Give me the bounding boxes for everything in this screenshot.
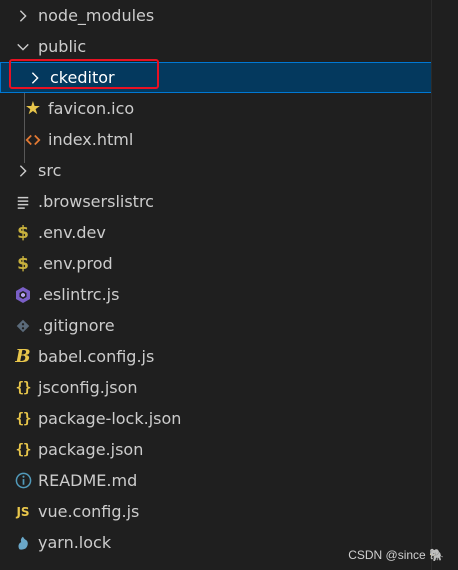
tree-item-label: src <box>38 160 62 180</box>
tree-item-label: .env.dev <box>38 222 106 242</box>
tree-item-label: yarn.lock <box>38 532 112 552</box>
tree-item-label: node_modules <box>38 5 155 25</box>
chevron-right-icon <box>14 7 32 25</box>
tree-item-label: ckeditor <box>50 67 115 87</box>
vertical-scrollbar[interactable] <box>431 0 458 570</box>
star-icon: ★ <box>24 98 42 119</box>
dollar-icon: $ <box>17 222 29 243</box>
tree-item-node-modules[interactable]: node_modules <box>0 0 432 31</box>
tree-item-package-json[interactable]: {} package.json <box>0 434 432 465</box>
watermark: CSDN @since 🐘 <box>348 548 444 562</box>
tree-item-package-lock[interactable]: {} package-lock.json <box>0 403 432 434</box>
tree-item-src[interactable]: src <box>0 155 432 186</box>
git-icon <box>14 317 32 335</box>
tree-item-babel-config[interactable]: B babel.config.js <box>0 341 432 372</box>
tree-item-env-prod[interactable]: $ .env.prod <box>0 248 432 279</box>
tree-item-browserslistrc[interactable]: .browserslistrc <box>0 186 432 217</box>
tree-item-readme[interactable]: README.md <box>0 465 432 496</box>
tree-item-ckeditor[interactable]: ckeditor <box>0 59 432 93</box>
tree-item-vue-config[interactable]: JS vue.config.js <box>0 496 432 527</box>
tree-item-label: .gitignore <box>38 315 115 335</box>
tree-item-label: babel.config.js <box>38 346 155 366</box>
json-braces-icon: {} <box>15 441 32 458</box>
dollar-icon: $ <box>17 253 29 274</box>
file-explorer-tree: node_modules public ckeditor ★ favicon.i… <box>0 0 432 558</box>
yarn-icon <box>14 534 32 552</box>
lines-icon <box>14 193 32 211</box>
tree-item-public[interactable]: public <box>0 31 432 62</box>
tree-item-label: package.json <box>38 439 144 459</box>
tree-item-label: package-lock.json <box>38 408 182 428</box>
tree-item-label: vue.config.js <box>38 501 140 521</box>
js-icon: JS <box>16 504 30 519</box>
code-brackets-icon <box>24 131 42 149</box>
tree-item-jsconfig[interactable]: {} jsconfig.json <box>0 372 432 403</box>
tree-item-label: .browserslistrc <box>38 191 154 211</box>
tree-item-label: favicon.ico <box>48 98 135 118</box>
json-braces-icon: {} <box>15 410 32 427</box>
tree-item-label: index.html <box>48 129 134 149</box>
tree-item-favicon[interactable]: ★ favicon.ico <box>0 93 432 124</box>
chevron-right-icon <box>26 69 44 87</box>
tree-item-label: jsconfig.json <box>38 377 138 397</box>
json-braces-icon: {} <box>15 379 32 396</box>
tree-item-label: .eslintrc.js <box>38 284 120 304</box>
eslint-icon <box>14 286 32 304</box>
babel-icon: B <box>15 346 31 367</box>
tree-item-gitignore[interactable]: .gitignore <box>0 310 432 341</box>
tree-item-env-dev[interactable]: $ .env.dev <box>0 217 432 248</box>
info-icon <box>14 472 32 490</box>
tree-item-index-html[interactable]: index.html <box>0 124 432 155</box>
tree-item-label: .env.prod <box>38 253 113 273</box>
chevron-right-icon <box>14 162 32 180</box>
tree-item-label: README.md <box>38 470 138 490</box>
chevron-down-icon <box>14 38 32 56</box>
tree-item-eslintrc[interactable]: .eslintrc.js <box>0 279 432 310</box>
tree-item-label: public <box>38 36 87 56</box>
